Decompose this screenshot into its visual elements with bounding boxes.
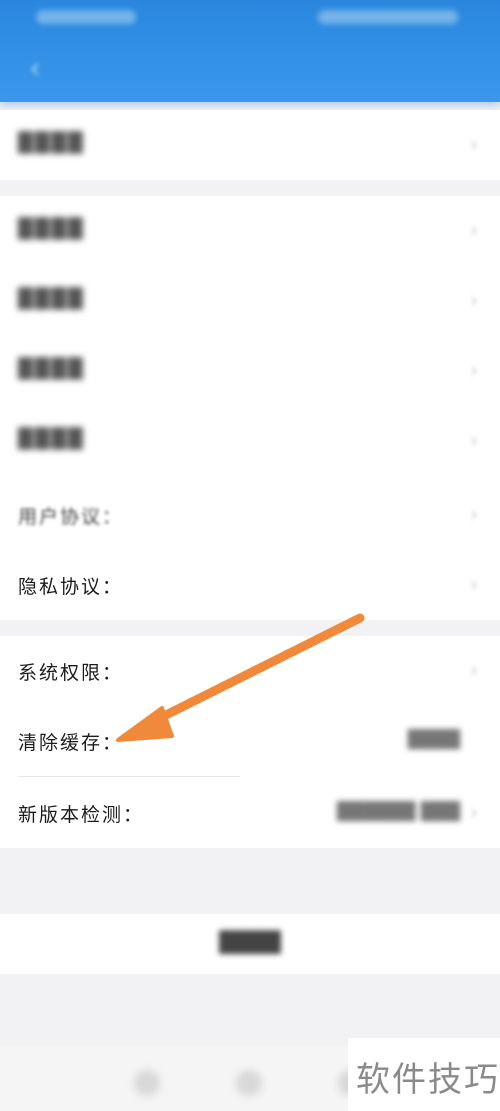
settings-group-2: ████ › ████ › ████ › ████ › 用户协议： › 隐私协议…	[0, 196, 500, 620]
watermark-text: 软件技巧	[356, 1060, 500, 1100]
settings-row-blurred-4[interactable]: ████ ›	[0, 336, 500, 406]
settings-row-blurred-5[interactable]: ████ ›	[0, 406, 500, 476]
row-label: 清除缓存：	[18, 732, 124, 754]
chevron-right-icon: ›	[470, 218, 478, 242]
chevron-right-icon: ›	[470, 288, 478, 312]
status-left-blur	[36, 10, 136, 24]
settings-row-system-permissions[interactable]: 系统权限： ›	[0, 636, 500, 706]
settings-row-blurred-2[interactable]: ████ ›	[0, 196, 500, 266]
status-bar	[0, 0, 500, 36]
settings-row-blurred-1[interactable]: ████ ›	[0, 110, 500, 180]
row-label-blurred: ████	[18, 132, 85, 154]
nav-bar: ‹	[0, 36, 500, 102]
cache-size-value: ████	[407, 730, 460, 750]
row-label: 用户协议：	[18, 506, 124, 528]
row-label-blurred: ████	[18, 358, 85, 380]
chevron-right-icon: ›	[470, 428, 478, 452]
row-label: 系统权限：	[18, 662, 124, 684]
settings-group-3: 系统权限： › 清除缓存： ████ 新版本检测： ██████ ███ ›	[0, 636, 500, 848]
settings-row-privacy-agreement[interactable]: 隐私协议： ›	[0, 550, 500, 620]
version-status-value: ██████ ███	[336, 802, 460, 822]
chevron-right-icon: ›	[470, 658, 478, 682]
row-divider	[18, 776, 240, 777]
watermark: 软件技巧	[348, 1038, 500, 1111]
settings-group-1: ████ ›	[0, 110, 500, 180]
settings-row-user-agreement[interactable]: 用户协议： ›	[0, 480, 500, 550]
row-label-blurred: ████	[18, 288, 85, 310]
row-label: 隐私协议：	[18, 576, 124, 598]
row-label-blurred: ████	[18, 428, 85, 450]
chevron-right-icon: ›	[470, 132, 478, 156]
back-arrow-icon[interactable]: ‹	[18, 52, 52, 86]
row-label-blurred: ████	[18, 218, 85, 240]
chevron-right-icon: ›	[470, 358, 478, 382]
nav-menu-icon[interactable]	[134, 1070, 160, 1096]
settings-row-clear-cache[interactable]: 清除缓存： ████	[0, 706, 500, 776]
logout-label-blurred: ████	[219, 930, 281, 954]
chevron-right-icon: ›	[470, 502, 478, 526]
settings-row-blurred-3[interactable]: ████ ›	[0, 266, 500, 336]
status-right-blur	[318, 10, 458, 24]
chevron-right-icon: ›	[470, 800, 478, 824]
row-label: 新版本检测：	[18, 804, 145, 826]
nav-home-icon[interactable]	[236, 1070, 262, 1096]
settings-row-new-version-check[interactable]: 新版本检测： ██████ ███ ›	[0, 778, 500, 848]
logout-button[interactable]: ████	[0, 914, 500, 974]
chevron-right-icon: ›	[470, 572, 478, 596]
